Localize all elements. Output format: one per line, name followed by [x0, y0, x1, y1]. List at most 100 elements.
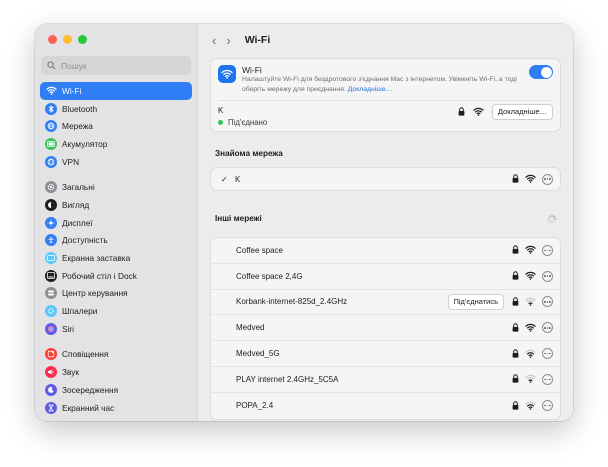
sidebar-item-label: Bluetooth: [62, 103, 98, 114]
sidebar-item-dock[interactable]: Робочий стіл і Dock: [40, 267, 192, 285]
network-row[interactable]: PLAY internet 2.4GHz_5C5A: [211, 367, 560, 393]
details-button[interactable]: Докладніше…: [491, 104, 553, 120]
more-options-icon[interactable]: [542, 373, 553, 385]
network-row[interactable]: Coffee space: [211, 238, 560, 264]
learn-more-link[interactable]: Докладніше…: [348, 86, 393, 93]
network-name: PLAY internet 2.4GHz_5C5A: [236, 374, 339, 384]
checkmark-icon: ✓: [221, 174, 228, 184]
lock-icon: [512, 319, 519, 337]
sidebar-item-label: Центр керування: [62, 288, 128, 299]
control-center-icon: [45, 287, 57, 300]
wallpaper-icon: [45, 305, 57, 318]
more-options-icon[interactable]: [542, 296, 553, 308]
current-network-icons: Докладніше…: [458, 103, 553, 121]
wifi-signal-icon: [525, 293, 536, 311]
known-network-row[interactable]: ✓ K: [210, 167, 561, 191]
sidebar-item-label: Загальні: [62, 182, 95, 193]
bell-icon: [45, 348, 57, 361]
sidebar-item-bluetooth[interactable]: Bluetooth: [40, 100, 192, 118]
divider: [218, 100, 553, 101]
toolbar: ‹ › Wi-Fi: [198, 24, 573, 56]
zoom-window-button[interactable]: [78, 35, 87, 44]
sidebar-item-hourglass[interactable]: Екранний час: [40, 399, 192, 417]
more-options-icon[interactable]: [542, 270, 553, 282]
sidebar-item-label: Вигляд: [62, 199, 90, 210]
wifi-signal-icon: [525, 241, 536, 259]
network-row[interactable]: Medved: [211, 315, 560, 342]
gear-icon: [45, 181, 57, 194]
lock-icon: [512, 241, 519, 259]
battery-icon: [45, 137, 57, 150]
sidebar-item-wifi[interactable]: Wi-Fi: [40, 82, 192, 100]
sidebar-divider: [40, 338, 192, 346]
close-window-button[interactable]: [48, 35, 57, 44]
wifi-signal-icon: [525, 267, 536, 285]
sidebar-item-bell[interactable]: Сповіщення: [40, 346, 192, 364]
search-input[interactable]: [61, 60, 181, 71]
siri-icon: [45, 322, 57, 335]
wifi-signal-icon: [525, 370, 536, 388]
network-icons: [512, 241, 553, 259]
lock-icon: [512, 345, 519, 363]
more-options-icon[interactable]: [542, 244, 553, 256]
sidebar-item-label: Екранна заставка: [62, 253, 131, 264]
sidebar-item-label: Звук: [62, 367, 80, 378]
sidebar-item-accessibility[interactable]: Доступність: [40, 232, 192, 250]
window-controls: [48, 35, 87, 44]
sidebar-item-battery[interactable]: Акумулятор: [40, 135, 192, 153]
sidebar-item-control-center[interactable]: Центр керування: [40, 285, 192, 303]
wifi-signal-icon: [525, 319, 536, 337]
sidebar-item-label: Сповіщення: [62, 349, 109, 360]
sidebar-item-label: Екранний час: [62, 402, 115, 413]
network-name: POPA_2.4: [236, 401, 274, 411]
sidebar-item-gear[interactable]: Загальні: [40, 178, 192, 196]
wifi-icon: [218, 65, 236, 83]
sidebar-item-appearance[interactable]: Вигляд: [40, 196, 192, 214]
network-name: Medved_5G: [236, 349, 280, 359]
other-networks-heading: Інші мережі: [215, 214, 262, 223]
join-network-button[interactable]: Під'єднатись: [447, 293, 504, 310]
network-name: Korbank-internet-825d_2.4GHz: [236, 297, 348, 307]
sidebar-item-siri[interactable]: Siri: [40, 320, 192, 338]
sidebar-item-label: VPN: [62, 156, 80, 167]
more-options-icon[interactable]: [542, 400, 553, 412]
wifi-card: Wi-Fi Налаштуйте Wi-Fi для бездротового …: [210, 58, 561, 132]
more-options-icon[interactable]: [542, 322, 553, 334]
sidebar-item-vpn-globe[interactable]: VPN: [40, 153, 192, 171]
sidebar-nav: Wi-Fi Bluetooth Мережа Акумулятор VPN Загальн…: [40, 82, 192, 416]
network-icons: [512, 370, 553, 388]
search-field[interactable]: [41, 56, 191, 75]
network-row[interactable]: Coffee space 2,4G: [211, 264, 560, 290]
network-icons: [512, 345, 553, 363]
network-icons: [512, 319, 553, 337]
accessibility-icon: [45, 234, 57, 247]
back-button[interactable]: ‹: [212, 34, 216, 47]
sidebar-item-label: Шпалери: [62, 306, 98, 317]
sidebar: Wi-Fi Bluetooth Мережа Акумулятор VPN Загальн…: [35, 24, 198, 421]
network-row[interactable]: Medved_5G: [211, 341, 560, 367]
minimize-window-button[interactable]: [63, 35, 72, 44]
loading-spinner-icon: [547, 211, 557, 229]
sidebar-item-wallpaper[interactable]: Шпалери: [40, 302, 192, 320]
sidebar-divider: [40, 170, 192, 178]
network-row[interactable]: POPA_2.4: [211, 393, 560, 419]
sidebar-item-globe[interactable]: Мережа: [40, 117, 192, 135]
more-options-icon[interactable]: [542, 348, 553, 360]
more-options-icon[interactable]: [542, 173, 553, 185]
forward-button[interactable]: ›: [226, 34, 230, 47]
hourglass-icon: [45, 401, 57, 414]
lock-icon: [458, 103, 465, 121]
sidebar-item-moon[interactable]: Зосередження: [40, 381, 192, 399]
sidebar-item-screensaver[interactable]: Екранна заставка: [40, 249, 192, 267]
connection-status: Під'єднано: [218, 118, 267, 127]
sidebar-item-speaker[interactable]: Звук: [40, 363, 192, 381]
connection-status-text: Під'єднано: [228, 118, 268, 127]
lock-icon: [512, 293, 519, 311]
wifi-signal-icon: [525, 170, 536, 188]
lock-icon: [512, 397, 519, 415]
network-row[interactable]: Korbank-internet-825d_2.4GHz Під'єднатись: [211, 290, 560, 316]
wifi-toggle[interactable]: [529, 65, 553, 79]
network-name: Coffee space: [236, 245, 283, 255]
sidebar-item-display-sun[interactable]: Дисплеї: [40, 214, 192, 232]
display-sun-icon: [45, 216, 57, 229]
